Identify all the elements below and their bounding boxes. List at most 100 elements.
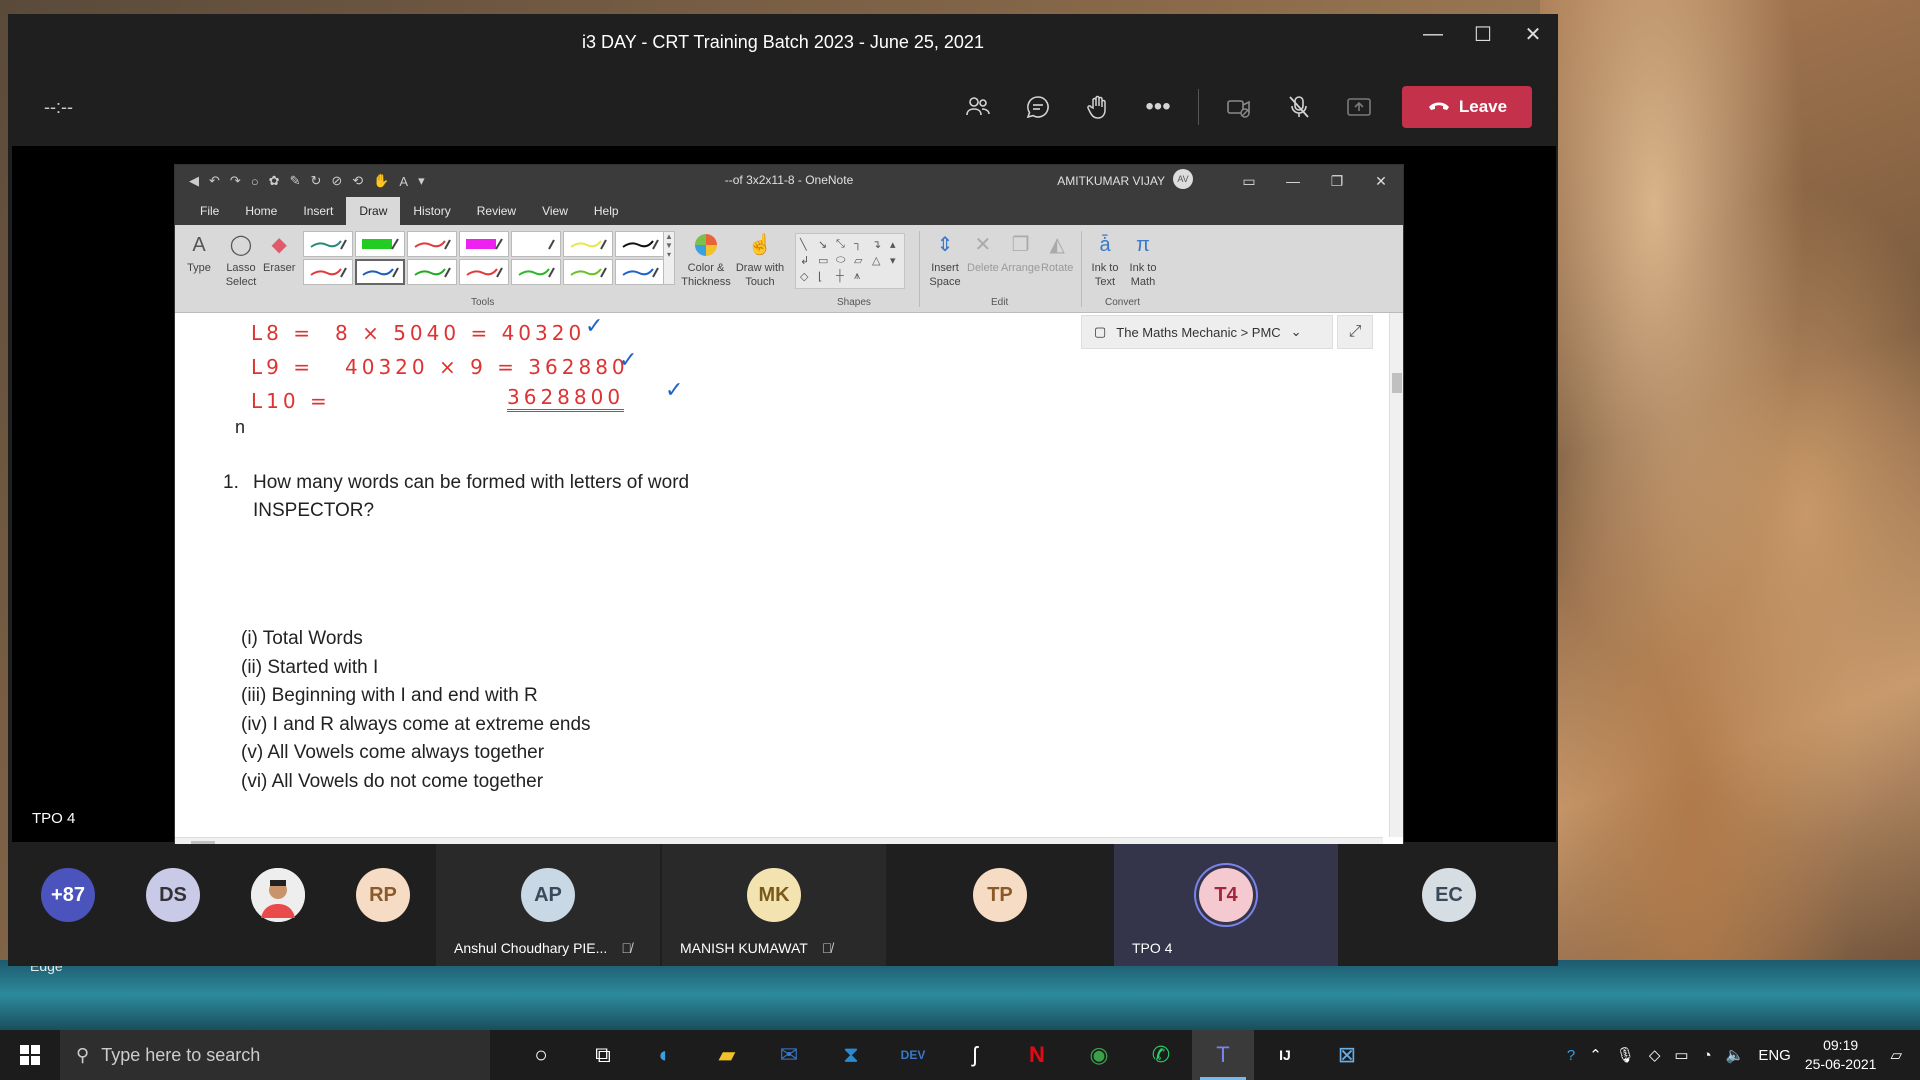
axes2-shape-icon[interactable]: ↴ xyxy=(872,238,888,252)
expand-icon[interactable]: ⤢ xyxy=(1337,315,1373,349)
taskbar-search-box[interactable]: ⚲ Type here to search xyxy=(60,1030,490,1080)
tab-review[interactable]: Review xyxy=(464,197,529,225)
chat-icon[interactable] xyxy=(1008,80,1068,134)
pen-swatch[interactable] xyxy=(563,231,613,257)
raise-hand-icon[interactable] xyxy=(1068,80,1128,134)
pen-swatch[interactable] xyxy=(511,259,561,285)
pen-swatch[interactable] xyxy=(459,259,509,285)
people-icon[interactable] xyxy=(948,80,1008,134)
file-explorer-icon[interactable]: ▰ xyxy=(696,1030,758,1080)
pen-swatch[interactable] xyxy=(355,231,405,257)
vscode-icon[interactable]: ⧗ xyxy=(820,1030,882,1080)
onenote-user[interactable]: AMITKUMAR VIJAY AV xyxy=(1057,169,1193,189)
scroll-thumb[interactable] xyxy=(1392,373,1402,393)
tab-help[interactable]: Help xyxy=(581,197,632,225)
app-s-icon[interactable]: ʃ xyxy=(944,1030,1006,1080)
minimize-button[interactable]: — xyxy=(1408,14,1458,54)
shapes-gallery[interactable]: ╲ ↘ ⤡ ┐ ↴ ▴ ↲ ▭ ⬭ ▱ △ ▾ ◇ ⌊ ┼ ⩚ xyxy=(795,233,905,289)
pen-swatch[interactable] xyxy=(511,231,561,257)
participant-tile[interactable]: MK MANISH KUMAWAT 🎙̸ xyxy=(662,844,886,966)
volume-icon[interactable]: 🔈 xyxy=(1726,1046,1745,1064)
pen-gallery-scroll[interactable]: ▲ ▼ ▾ xyxy=(663,231,675,285)
devcpp-icon[interactable]: DEV xyxy=(882,1030,944,1080)
pen-swatch[interactable] xyxy=(563,259,613,285)
double-arrow-shape-icon[interactable]: ⤡ xyxy=(836,238,852,252)
camera-off-icon[interactable] xyxy=(1209,80,1269,134)
parallelogram-shape-icon[interactable]: ▱ xyxy=(854,254,870,268)
pen-swatch[interactable] xyxy=(407,259,457,285)
task-view-icon[interactable]: ⧉ xyxy=(572,1030,634,1080)
onenote-minimize-button[interactable]: — xyxy=(1271,165,1315,197)
participant-tile[interactable]: T4 TPO 4 xyxy=(1114,844,1338,966)
leave-button[interactable]: Leave xyxy=(1402,86,1532,128)
tab-draw[interactable]: Draw xyxy=(346,197,401,225)
draw-with-touch-button[interactable]: ☝ Draw with Touch xyxy=(735,231,785,289)
close-button[interactable]: ✕ xyxy=(1508,14,1558,54)
teams-icon[interactable]: T xyxy=(1192,1030,1254,1080)
mic-off-icon[interactable] xyxy=(1269,80,1329,134)
whatsapp-icon[interactable]: ✆ xyxy=(1130,1030,1192,1080)
language-indicator[interactable]: ENG xyxy=(1758,1047,1791,1064)
microphone-icon[interactable]: 🎙 xyxy=(1616,1046,1635,1064)
pen-swatch[interactable] xyxy=(615,259,665,285)
pen-swatch[interactable] xyxy=(303,259,353,285)
edge-icon[interactable]: ◐ xyxy=(634,1030,696,1080)
share-icon[interactable] xyxy=(1329,80,1389,134)
arrow-shape-icon[interactable]: ↘ xyxy=(818,238,834,252)
participant-tile[interactable]: EC xyxy=(1340,844,1558,966)
chevron-up-icon[interactable]: ⌃ xyxy=(1589,1046,1602,1064)
elbow-shape-icon[interactable]: ↲ xyxy=(800,254,816,268)
triangle-shape-icon[interactable]: △ xyxy=(872,254,888,268)
scroll-down-icon[interactable]: ▾ xyxy=(890,254,906,268)
notebook-breadcrumb[interactable]: ▢ The Maths Mechanic > PMC ⌄ xyxy=(1081,315,1333,349)
onenote-close-button[interactable]: ✕ xyxy=(1359,165,1403,197)
pen-swatch[interactable] xyxy=(459,231,509,257)
netflix-icon[interactable]: N xyxy=(1006,1030,1068,1080)
help-icon[interactable]: ? xyxy=(1567,1047,1575,1064)
tab-history[interactable]: History xyxy=(400,197,463,225)
participant-tile[interactable]: AP Anshul Choudhary PIE... 🎙̸ xyxy=(436,844,660,966)
diamond-shape-icon[interactable]: ◇ xyxy=(800,270,816,284)
pen-swatch[interactable] xyxy=(407,231,457,257)
insert-space-button[interactable]: ⇕ Insert Space xyxy=(925,231,965,289)
pen-swatch[interactable] xyxy=(303,231,353,257)
cortana-icon[interactable]: ○ xyxy=(510,1030,572,1080)
windows-start-icon[interactable] xyxy=(0,1030,60,1080)
ribbon-display-icon[interactable]: ▭ xyxy=(1227,165,1271,197)
participant-tile[interactable]: +87 xyxy=(8,844,128,966)
tab-file[interactable]: File xyxy=(187,197,232,225)
pen-swatch[interactable] xyxy=(615,231,665,257)
rotate-button[interactable]: ◭ Rotate xyxy=(1041,231,1073,275)
type-button[interactable]: A Type xyxy=(185,231,213,275)
clock[interactable]: 09:19 25-06-2021 xyxy=(1805,1036,1877,1074)
ellipse-shape-icon[interactable]: ⬭ xyxy=(836,254,852,268)
arrange-button[interactable]: ❐ Arrange xyxy=(1001,231,1040,275)
color-thickness-button[interactable]: Color & Thickness xyxy=(681,231,731,289)
participant-tile[interactable]: DS xyxy=(118,844,228,966)
battery-icon[interactable]: ▭ xyxy=(1674,1046,1688,1064)
tab-view[interactable]: View xyxy=(529,197,581,225)
wifi-icon[interactable]: ◔ xyxy=(1703,1047,1712,1064)
scroll-up-icon[interactable]: ▴ xyxy=(890,238,906,252)
pen-swatch[interactable] xyxy=(355,259,405,285)
chrome-icon[interactable]: ◉ xyxy=(1068,1030,1130,1080)
app-icon[interactable]: ⊠ xyxy=(1316,1030,1378,1080)
eraser-button[interactable]: ◆ Eraser xyxy=(263,231,295,275)
axes-shape-icon[interactable]: ┐ xyxy=(854,238,870,252)
more-icon[interactable]: ••• xyxy=(1128,80,1188,134)
delete-button[interactable]: ✕ Delete xyxy=(967,231,999,275)
maximize-button[interactable]: ☐ xyxy=(1458,14,1508,54)
axis-shape-icon[interactable]: ⌊ xyxy=(818,270,834,284)
participant-tile[interactable]: RP xyxy=(328,844,438,966)
participant-tile[interactable] xyxy=(223,844,333,966)
dropbox-icon[interactable]: ◇ xyxy=(1649,1046,1661,1064)
mail-icon[interactable]: ✉ xyxy=(758,1030,820,1080)
intellij-icon[interactable]: IJ xyxy=(1254,1030,1316,1080)
tab-insert[interactable]: Insert xyxy=(290,197,346,225)
xyz-axis-shape-icon[interactable]: ⩚ xyxy=(854,270,870,284)
participant-tile[interactable]: TP xyxy=(888,844,1112,966)
notifications-icon[interactable]: ▱ xyxy=(1890,1046,1902,1064)
ink-to-math-button[interactable]: π Ink to Math xyxy=(1125,231,1161,289)
tab-home[interactable]: Home xyxy=(232,197,290,225)
onenote-restore-button[interactable]: ❐ xyxy=(1315,165,1359,197)
